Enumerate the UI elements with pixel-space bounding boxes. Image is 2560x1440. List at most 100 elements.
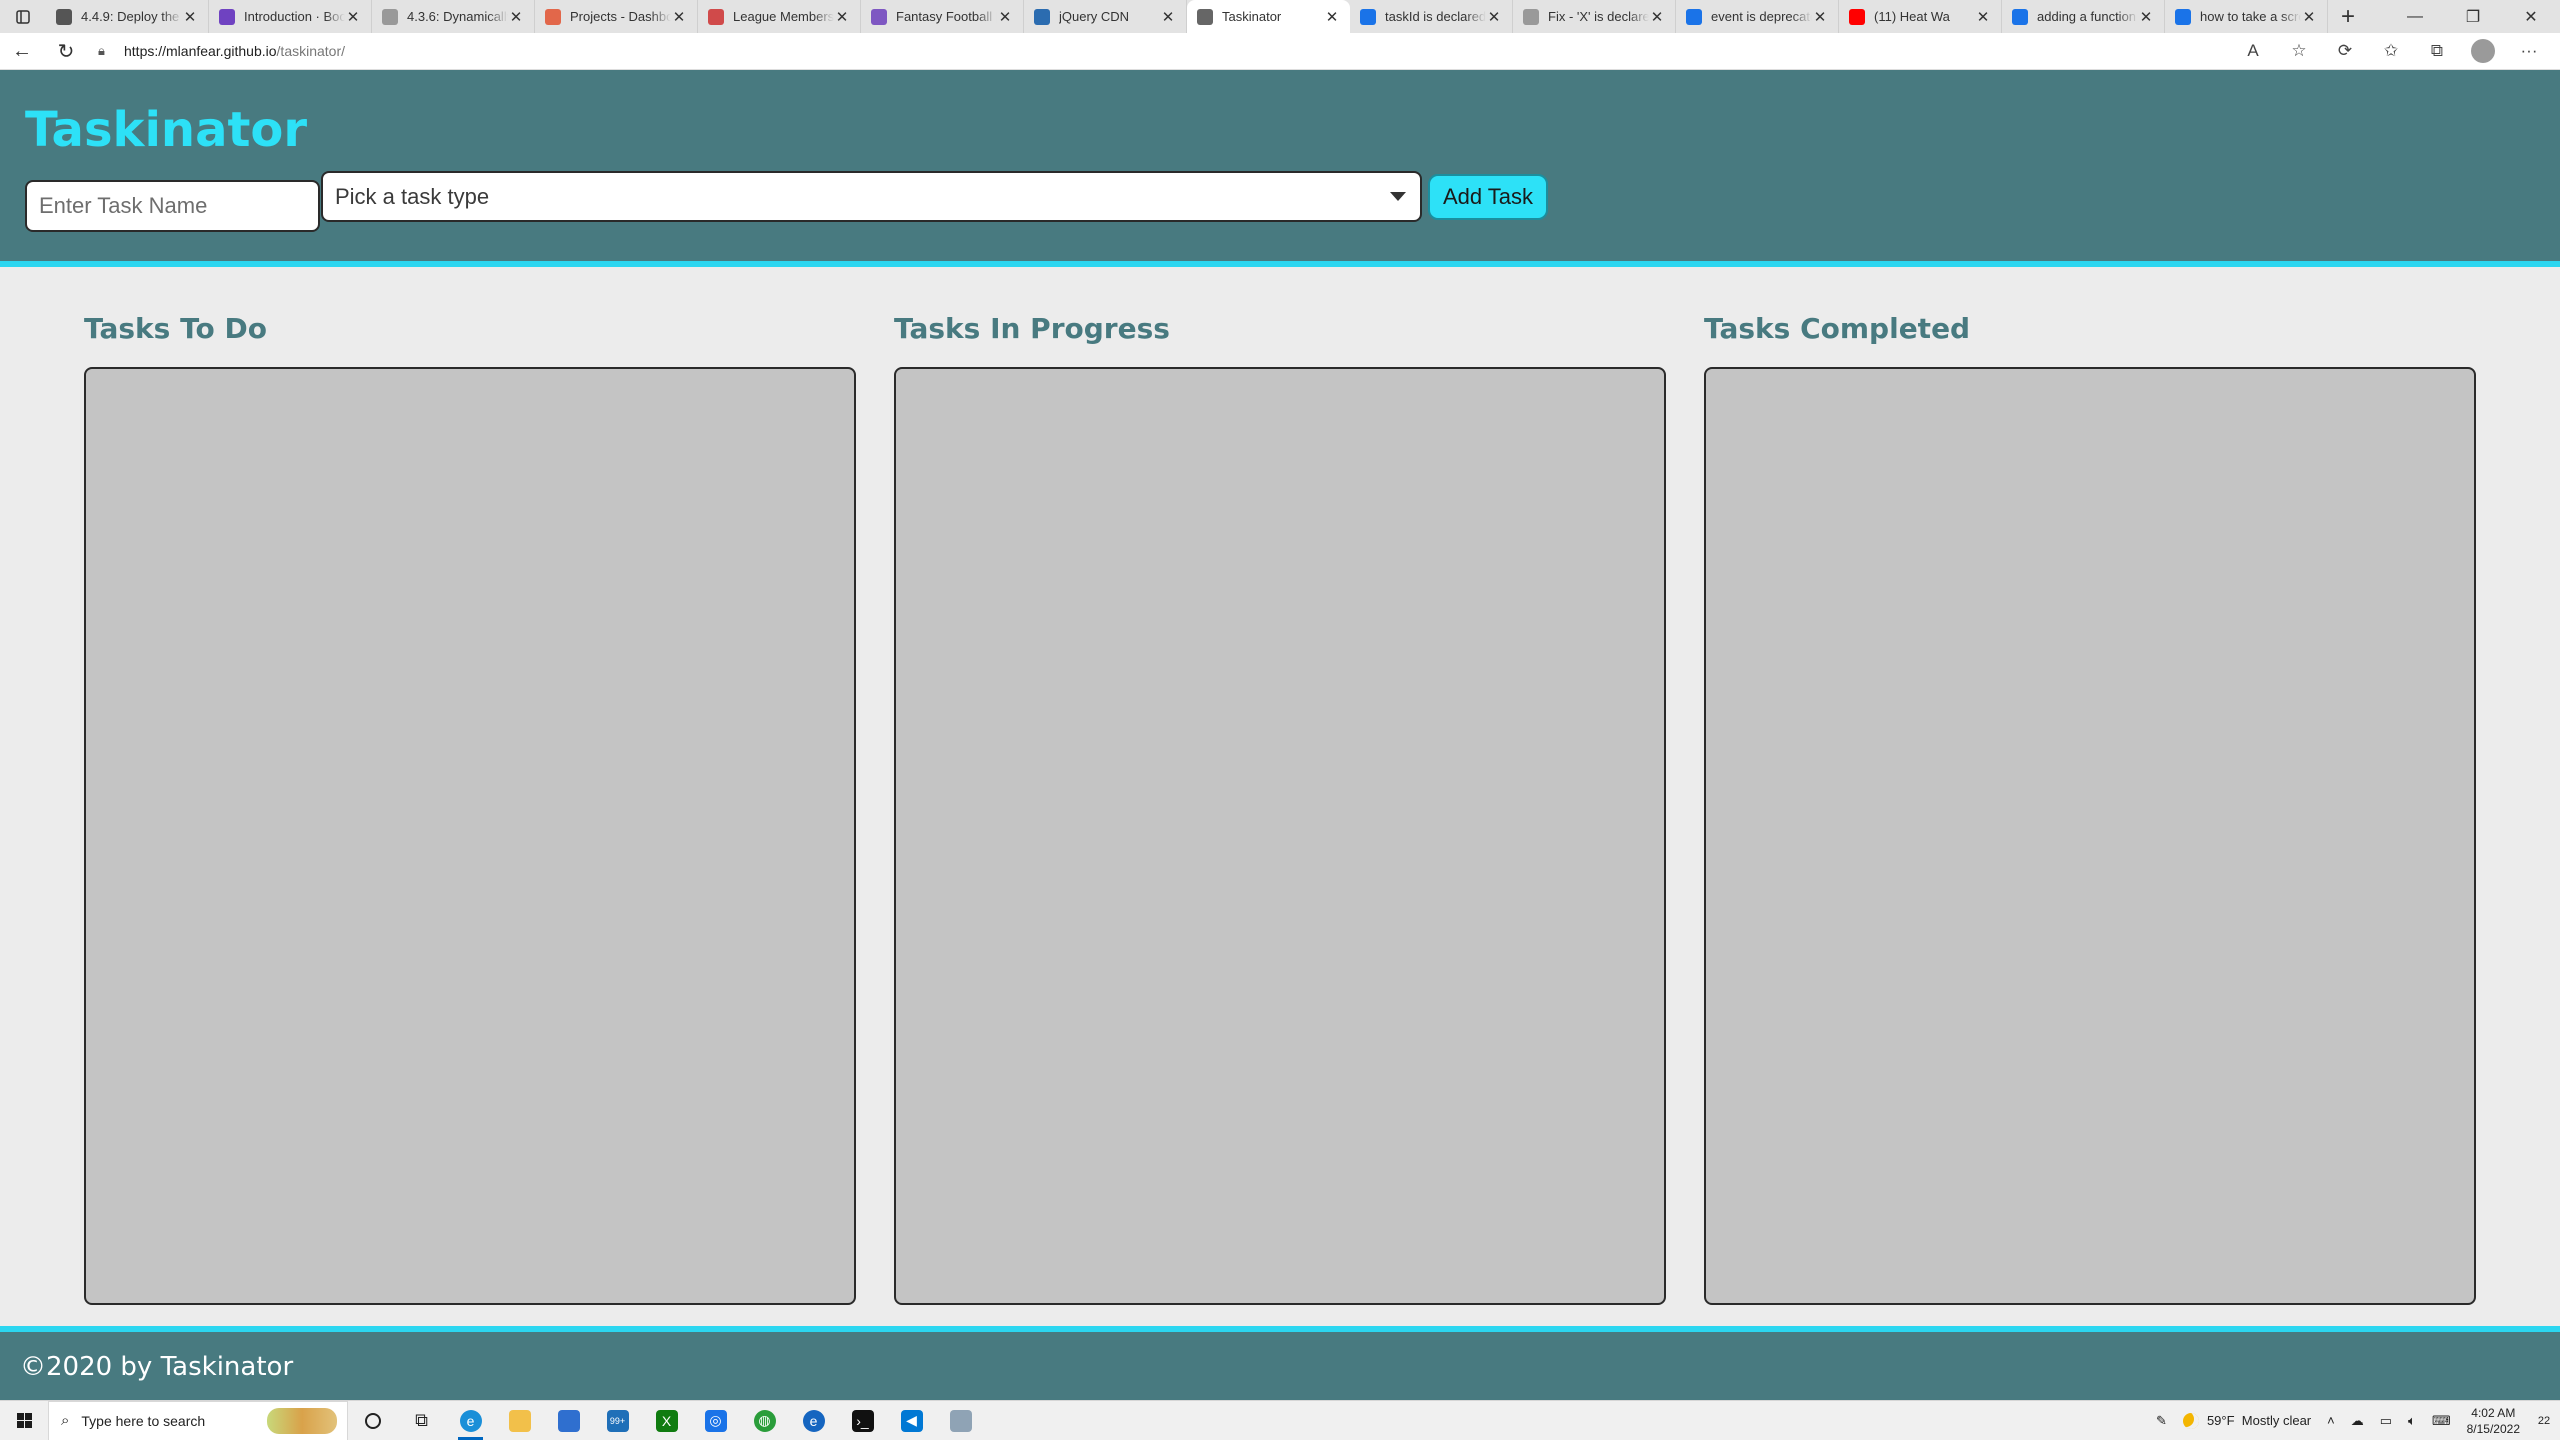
restore-icon[interactable]: ❐ — [2444, 0, 2502, 33]
column-tasks-to-do: Tasks To Do — [84, 312, 856, 1305]
tab-favicon-icon — [219, 8, 235, 25]
browser-tab[interactable]: Projects - Dashboa ✕ — [535, 0, 698, 33]
browser-tab[interactable]: event is deprecate ✕ — [1676, 0, 1839, 33]
url-host: https://mlanfear.github.io — [124, 43, 277, 59]
tab-close-icon[interactable]: ✕ — [1812, 8, 1828, 26]
tab-title: jQuery CDN — [1059, 9, 1130, 24]
edge-browser-icon[interactable]: e — [446, 1401, 495, 1440]
browser-tab[interactable]: Taskinator ✕ — [1187, 0, 1350, 33]
globe-app-icon[interactable]: ◍ — [740, 1401, 789, 1440]
tab-favicon-icon — [708, 8, 724, 25]
tab-close-icon[interactable]: ✕ — [2301, 8, 2317, 26]
column-tasks-completed: Tasks Completed — [1704, 312, 2476, 1305]
mail-badge: 99+ — [606, 1409, 629, 1432]
profile-avatar[interactable] — [2471, 39, 2495, 63]
browser-tab[interactable]: Fantasy Football | ✕ — [861, 0, 1024, 33]
collections-icon[interactable]: ⧉ — [2414, 41, 2460, 61]
weather-temp: 59°F — [2206, 1413, 2235, 1428]
weather-desc: Mostly clear — [2241, 1413, 2312, 1428]
tab-close-icon[interactable]: ✕ — [508, 8, 524, 26]
task-type-select[interactable]: Pick a task type — [321, 171, 1422, 222]
start-button[interactable] — [0, 1413, 48, 1428]
browser-tab[interactable]: how to take a scre ✕ — [2165, 0, 2328, 33]
chevron-up-icon[interactable]: ˄ — [2319, 1413, 2343, 1428]
tab-close-icon[interactable]: ✕ — [1160, 8, 1176, 26]
column-tasks-in-progress: Tasks In Progress — [894, 312, 1666, 1305]
tab-close-icon[interactable]: ✕ — [345, 8, 361, 26]
browser-tab[interactable]: Introduction · Boo ✕ — [209, 0, 372, 33]
tab-close-icon[interactable]: ✕ — [2138, 8, 2154, 26]
tab-favicon-icon — [2012, 8, 2028, 25]
tab-close-icon[interactable]: ✕ — [182, 8, 198, 26]
edge-dev-icon[interactable]: e — [789, 1401, 838, 1440]
add-task-button[interactable]: Add Task — [1428, 174, 1548, 220]
onedrive-icon[interactable]: ☁ — [2343, 1413, 2372, 1429]
task-view-icon[interactable]: ⧉ — [397, 1401, 446, 1440]
task-list-to-do[interactable] — [84, 367, 856, 1305]
footer-copyright: ©2020 by Taskinator — [20, 1352, 294, 1382]
more-menu-icon[interactable]: ··· — [2506, 41, 2552, 61]
tab-close-icon[interactable]: ✕ — [1486, 8, 1502, 26]
file-explorer-icon[interactable] — [495, 1401, 544, 1440]
network-icon[interactable]: ▭ — [2372, 1413, 2400, 1429]
tab-title: Projects - Dashboa — [570, 9, 671, 24]
browser-tab[interactable]: adding a function ✕ — [2002, 0, 2165, 33]
task-list-completed[interactable] — [1704, 367, 2476, 1305]
tab-close-icon[interactable]: ✕ — [1975, 8, 1991, 26]
app-icon-blue[interactable]: ◎ — [691, 1401, 740, 1440]
task-type-selected-value: Pick a task type — [335, 183, 490, 209]
search-icon: ⌕ — [61, 1412, 70, 1429]
new-tab-button[interactable]: + — [2328, 0, 2368, 33]
read-aloud-icon[interactable]: A — [2230, 41, 2276, 61]
minimize-icon[interactable]: — — [2386, 0, 2444, 33]
pen-icon[interactable]: ✎ — [2148, 1413, 2175, 1429]
tab-close-icon[interactable]: ✕ — [997, 8, 1013, 26]
url-field[interactable]: 🔒︎ https://mlanfear.github.io/taskinator… — [98, 36, 2228, 66]
notification-center-icon[interactable]: 22 — [2528, 1409, 2560, 1433]
vscode-icon[interactable]: ◀ — [887, 1401, 936, 1440]
clock-time: 4:02 AM — [2471, 1405, 2516, 1420]
window-controls: — ❐ ✕ — [2386, 0, 2560, 33]
page-header: Taskinator Pick a task type Add Task — [0, 70, 2560, 267]
browser-tab[interactable]: Fix - 'X' is declare ✕ — [1513, 0, 1676, 33]
volume-icon[interactable]: 🔈︎ — [2400, 1413, 2424, 1429]
browser-tab[interactable]: 4.4.9: Deploy the A ✕ — [46, 0, 209, 33]
tab-favicon-icon — [1686, 8, 1702, 25]
browser-tab[interactable]: League Members ✕ — [698, 0, 861, 33]
snipping-tool-icon[interactable] — [936, 1401, 985, 1440]
tab-favicon-icon — [545, 8, 561, 25]
favorites-icon[interactable]: ✩ — [2368, 41, 2414, 61]
mail-icon[interactable]: 99+ — [593, 1401, 642, 1440]
tab-close-icon[interactable]: ✕ — [1649, 8, 1665, 26]
store-icon[interactable] — [544, 1401, 593, 1440]
tab-favicon-icon — [382, 8, 398, 25]
browser-tab[interactable]: (11) Heat Wa ✕ — [1839, 0, 2002, 33]
browser-tab[interactable]: jQuery CDN ✕ — [1024, 0, 1187, 33]
xbox-icon[interactable]: X — [642, 1401, 691, 1440]
tab-close-icon[interactable]: ✕ — [671, 8, 687, 26]
lock-icon: 🔒︎ — [98, 43, 105, 58]
column-title: Tasks Completed — [1704, 312, 1971, 345]
taskbar-search-box[interactable]: ⌕ Type here to search — [48, 1400, 348, 1440]
address-bar: ← ↻ 🔒︎ https://mlanfear.github.io/taskin… — [0, 33, 2560, 70]
refresh-icon[interactable]: ↻ — [44, 33, 88, 70]
clock[interactable]: 4:02 AM 8/15/2022 — [2459, 1405, 2528, 1437]
keyboard-icon[interactable]: ⌨ — [2424, 1413, 2459, 1429]
close-window-icon[interactable]: ✕ — [2502, 0, 2560, 33]
terminal-icon[interactable]: ›_ — [838, 1401, 887, 1440]
back-arrow-icon[interactable]: ← — [0, 33, 44, 70]
windows-logo-icon — [16, 1413, 32, 1428]
tab-close-icon[interactable]: ✕ — [1324, 8, 1340, 26]
task-list-in-progress[interactable] — [894, 367, 1666, 1305]
weather-widget[interactable]: 59°F Mostly clear — [2175, 1412, 2319, 1429]
tab-title: Taskinator — [1222, 9, 1282, 24]
tab-actions-icon[interactable] — [0, 0, 46, 33]
browser-tab[interactable]: 4.3.6: Dynamically ✕ — [372, 0, 535, 33]
cortana-icon[interactable] — [348, 1401, 397, 1440]
browser-tab[interactable]: taskId is declared ✕ — [1350, 0, 1513, 33]
task-name-input[interactable] — [25, 180, 320, 232]
app-title: Taskinator — [25, 102, 308, 158]
tab-close-icon[interactable]: ✕ — [834, 8, 850, 26]
add-favorite-icon[interactable]: ☆ — [2276, 41, 2322, 61]
extensions-icon[interactable]: ⟳ — [2322, 41, 2368, 61]
